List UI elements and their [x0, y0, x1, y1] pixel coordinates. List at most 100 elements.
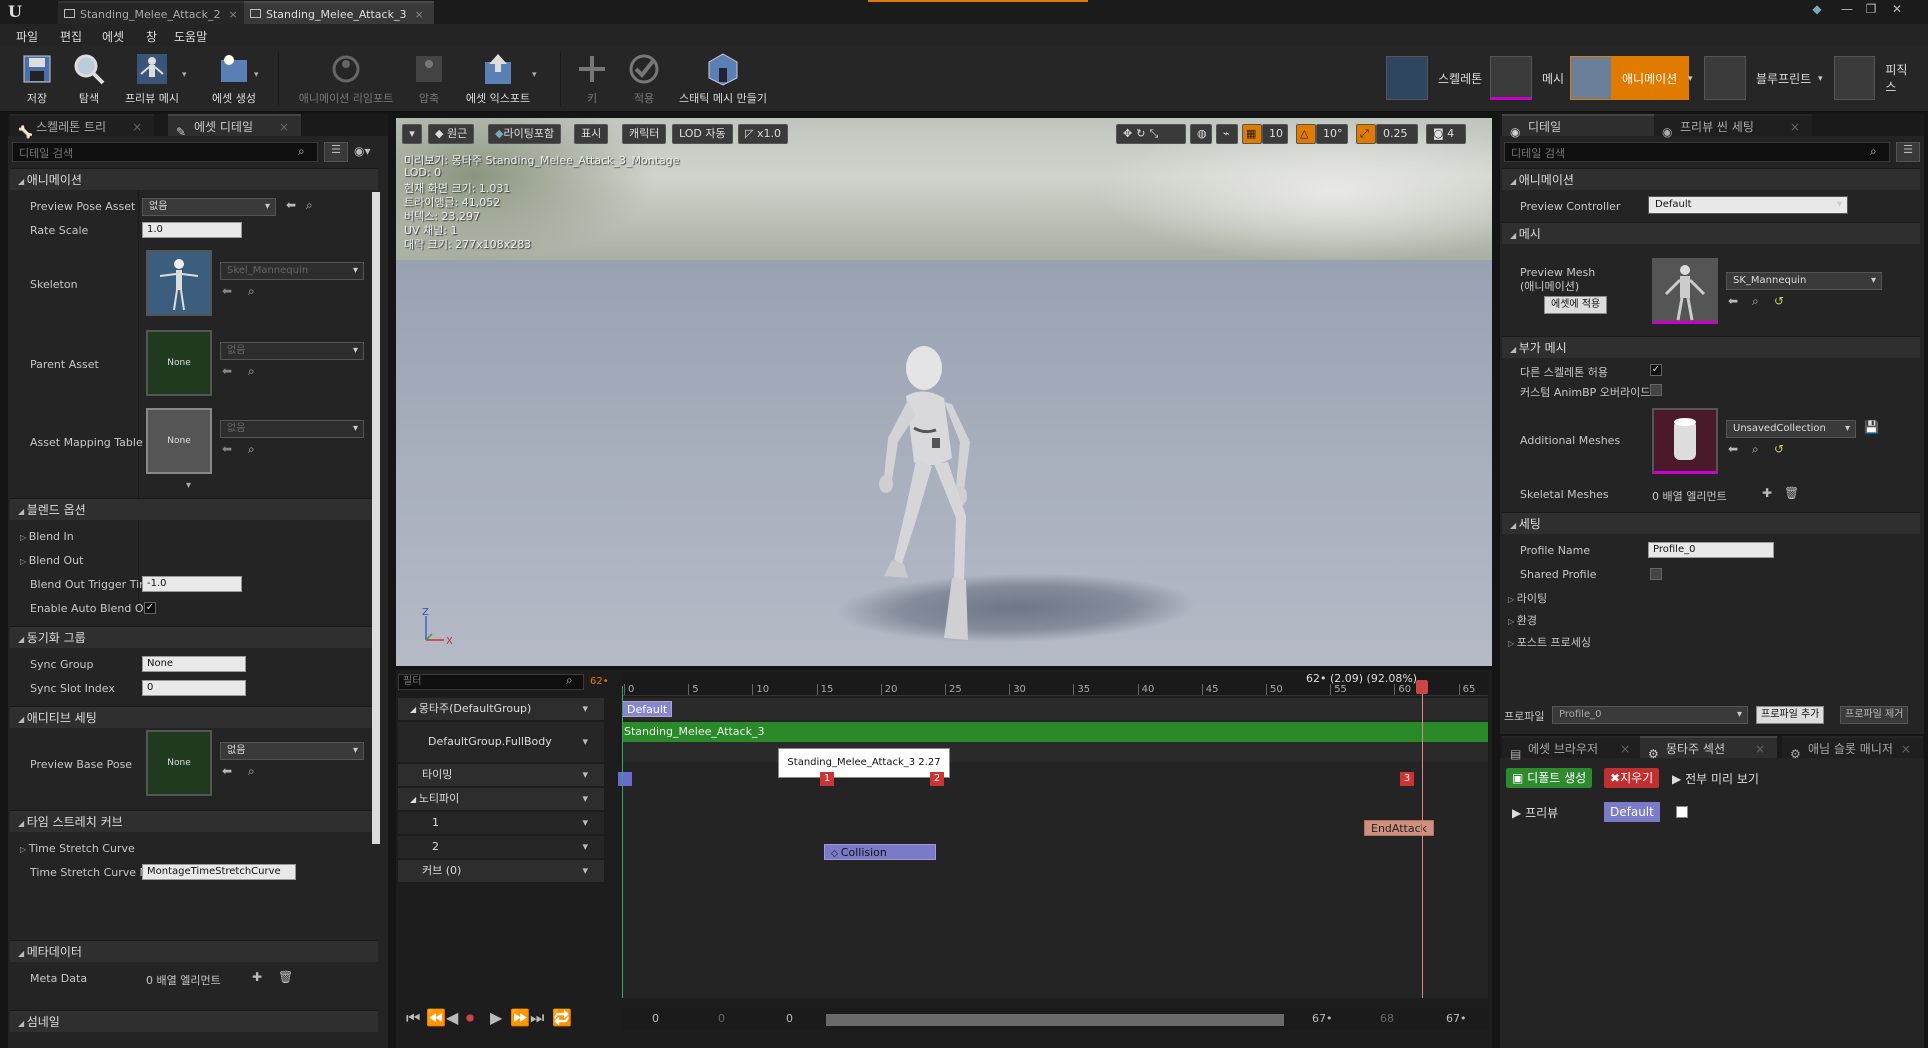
camera-speed-button[interactable]: ◙ 4	[1426, 124, 1466, 144]
profile-combo[interactable]: Profile_0	[1552, 706, 1748, 724]
mode-physics[interactable]: 피직스	[1834, 56, 1928, 100]
allow-other-skeleton-checkbox[interactable]: ✓	[1650, 364, 1662, 376]
use-selected-arrow-icon[interactable]: ⬅	[1728, 442, 1738, 456]
browse-search-icon[interactable]: ⌕	[1752, 442, 1759, 457]
menu-edit[interactable]: 편집	[60, 28, 82, 45]
track-timing[interactable]: 타이밍 ▾	[398, 764, 604, 786]
time-stretch-curve-label[interactable]: ▷ Time Stretch Curve	[20, 842, 135, 855]
section-sync-group[interactable]: 동기화 그룹	[10, 626, 378, 648]
menu-window[interactable]: 창	[146, 28, 157, 45]
clear-button[interactable]: ✖지우기	[1604, 768, 1660, 788]
additional-meshes-combo[interactable]: UnsavedCollection	[1726, 420, 1856, 438]
mode-animation[interactable]: 애니메이션	[1570, 56, 1690, 100]
enable-auto-blend-checkbox[interactable]: ✓	[144, 602, 156, 614]
browse-search-icon[interactable]: ⌕	[248, 364, 255, 379]
chevron-down-icon[interactable]: ▾	[582, 788, 588, 810]
working-start-value[interactable]: 0	[786, 1012, 793, 1025]
eye-icon[interactable]: ◉▾	[354, 144, 371, 158]
chevron-down-icon[interactable]: ▾	[1818, 74, 1823, 84]
compress-button[interactable]: 압축	[394, 50, 464, 110]
track-curves[interactable]: 커브 (0) ▾	[398, 860, 604, 882]
use-selected-arrow-icon[interactable]: ⬅	[286, 198, 296, 212]
time-stretch-curve-name-input[interactable]: MontageTimeStretchCurve	[142, 864, 296, 880]
view-end-value[interactable]: 67•	[1446, 1012, 1467, 1025]
tab-asset-details[interactable]: ✎ 에셋 디테일 ×	[168, 114, 302, 139]
save-collection-icon[interactable]: 💾	[1864, 420, 1879, 434]
parent-asset-combo[interactable]: 없음	[220, 342, 364, 360]
apply-button[interactable]: 적용	[612, 50, 676, 110]
step-forward-icon[interactable]: ⏩	[510, 1008, 530, 1027]
timing-marker-0[interactable]	[618, 772, 632, 786]
scale-snap-icon[interactable]: ⤢	[1356, 124, 1376, 144]
skeleton-combo[interactable]: Skel_Mannequin	[220, 262, 364, 280]
section-settings[interactable]: 세팅	[1502, 512, 1920, 534]
doc-tab-attack2[interactable]: Standing_Melee_Attack_2 ×	[58, 1, 248, 24]
preview-pose-asset-combo[interactable]: 없음	[142, 198, 276, 216]
chevron-down-icon[interactable]: ▾	[582, 722, 588, 762]
use-selected-arrow-icon[interactable]: ⬅	[222, 364, 232, 378]
track-slot[interactable]: DefaultGroup.FullBody ▾	[398, 722, 604, 762]
skip-to-start-icon[interactable]: ⏮	[406, 1008, 420, 1028]
add-element-icon[interactable]: ✚	[1762, 486, 1772, 500]
loop-icon[interactable]: 🔁	[552, 1008, 572, 1027]
show-button[interactable]: 표시	[574, 124, 609, 144]
viewport[interactable]: Z X ▾ ◆ 원근 ◆라이팅포함 표시 캐릭터 LOD 자동 ◸ x1.0 ✥…	[396, 118, 1492, 666]
close-icon[interactable]: ×	[414, 8, 423, 21]
world-local-icon[interactable]: ◍	[1190, 124, 1212, 144]
chevron-down-icon[interactable]: ▾	[182, 70, 187, 80]
section-animation[interactable]: 애니메이션	[10, 168, 378, 190]
close-window-button[interactable]: ✕	[1886, 0, 1908, 18]
preview-section-button[interactable]: ▶ 프리뷰	[1512, 804, 1558, 821]
notify-state-collision[interactable]: ◇ Collision	[824, 844, 936, 860]
use-selected-arrow-icon[interactable]: ⬅	[1728, 294, 1738, 308]
tab-skeleton-tree[interactable]: 🦴 스켈레톤 트리 ×	[10, 114, 155, 139]
use-selected-arrow-icon[interactable]: ⬅	[222, 284, 232, 298]
feedback-icon[interactable]: ◆	[1806, 0, 1828, 18]
viewport-options-button[interactable]: ▾	[402, 124, 422, 144]
use-selected-arrow-icon[interactable]: ⬅	[222, 764, 232, 778]
chevron-down-icon[interactable]: ▾	[254, 70, 259, 80]
additional-meshes-thumbnail[interactable]	[1652, 408, 1718, 474]
transform-tools[interactable]: ✥↻⤡	[1116, 124, 1186, 144]
blend-in-label[interactable]: ▷ Blend In	[20, 530, 74, 543]
view-options-icon[interactable]: ☰	[1896, 142, 1920, 162]
range-start-value[interactable]: 0	[718, 1012, 725, 1025]
preview-mesh-button[interactable]: 프리뷰 메시	[114, 50, 190, 110]
section-loop-checkbox[interactable]	[1676, 806, 1688, 818]
timing-marker-2[interactable]: 2	[930, 772, 944, 786]
chevron-down-icon[interactable]: ▾	[582, 836, 588, 858]
track-notify[interactable]: ◢ 노티파이 ▾	[398, 788, 604, 810]
timing-marker-3[interactable]: 3	[1400, 772, 1414, 786]
preview-all-button[interactable]: ▶ 전부 미리 보기	[1672, 770, 1759, 787]
play-icon[interactable]: ▶	[490, 1008, 502, 1027]
sync-slot-index-input[interactable]: 0	[142, 680, 246, 696]
grid-size-button[interactable]: 10	[1262, 124, 1288, 144]
anim-segment[interactable]: Standing_Melee_Attack_3	[622, 722, 1488, 742]
sync-group-input[interactable]: None	[142, 656, 246, 672]
track-notify-1[interactable]: 1 ▾	[398, 812, 604, 834]
track-filter-input[interactable]: 필터	[398, 674, 584, 690]
playhead-handle[interactable]	[1416, 680, 1428, 694]
delete-all-icon[interactable]: 🗑	[278, 970, 293, 984]
menu-file[interactable]: 파일	[16, 28, 38, 45]
make-static-mesh-button[interactable]: 스태틱 메시 만들기	[670, 50, 776, 110]
add-element-icon[interactable]: ✚	[252, 970, 262, 984]
browse-search-icon[interactable]: ⌕	[1752, 294, 1759, 309]
perspective-button[interactable]: ◆ 원근	[428, 124, 475, 144]
character-button[interactable]: 캐릭터	[622, 124, 667, 144]
mode-mesh[interactable]: 메시	[1490, 56, 1574, 100]
delete-all-icon[interactable]: 🗑	[1784, 486, 1799, 500]
section-metadata[interactable]: 메타데이터	[10, 940, 378, 962]
use-selected-arrow-icon[interactable]: ⬅	[222, 442, 232, 456]
reset-icon[interactable]: ↺	[1774, 442, 1784, 456]
mode-blueprint[interactable]: 블루프린트	[1704, 56, 1821, 100]
section-chip[interactable]: Default	[622, 701, 673, 717]
create-asset-button[interactable]: 에셋 생성	[196, 50, 272, 110]
chevron-down-icon[interactable]: ▾	[582, 698, 588, 720]
chevron-down-icon[interactable]: ▾	[582, 860, 588, 882]
notify-end-attack[interactable]: EndAttack	[1364, 820, 1435, 836]
doc-tab-attack3[interactable]: Standing_Melee_Attack_3 ×	[244, 1, 434, 24]
details-search-input[interactable]: 디테일 검색	[12, 142, 318, 162]
asset-mapping-thumbnail[interactable]: None	[146, 408, 212, 474]
environment-group[interactable]: ▷ 환경	[1508, 612, 1537, 628]
